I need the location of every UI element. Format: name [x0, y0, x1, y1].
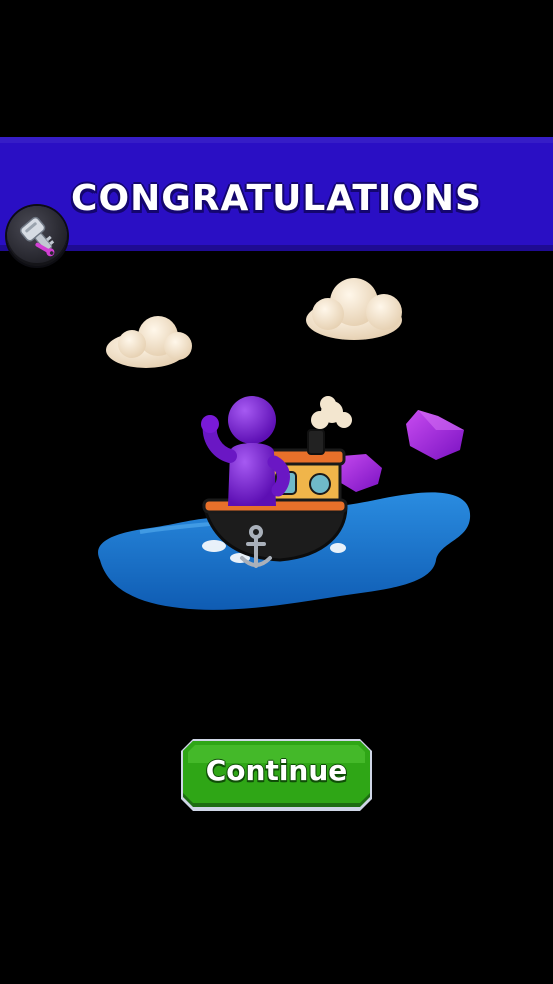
key-tool-button[interactable] — [7, 206, 67, 266]
gem-icon — [406, 410, 464, 460]
cloud-icon — [306, 278, 402, 340]
key-wrench-icon — [19, 216, 55, 257]
victory-scene — [80, 270, 490, 630]
banner-title: CONGRATULATIONS — [71, 178, 482, 219]
cloud-icon — [106, 316, 192, 368]
background-header — [0, 50, 553, 100]
character-icon — [201, 396, 290, 506]
continue-button[interactable]: Continue — [179, 737, 374, 813]
continue-label: Continue — [205, 754, 348, 787]
